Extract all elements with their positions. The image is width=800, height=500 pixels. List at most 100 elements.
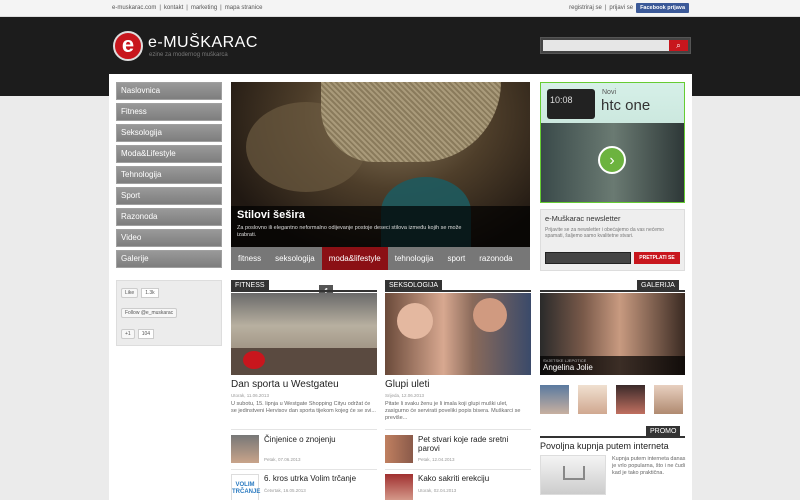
phone-image: 10:08 [547,89,595,119]
nav-item-moda[interactable]: Moda&Lifestyle [116,145,222,163]
section-label-fitness[interactable]: FITNESS [231,280,269,292]
thumbnail[interactable] [385,435,413,463]
list-item-title[interactable]: Kako sakriti erekciju [418,474,528,483]
nav-item-seksologija[interactable]: Seksologija [116,124,222,142]
arrow-right-icon[interactable]: › [598,146,626,174]
facebook-login-button[interactable]: Facebook prijava [636,3,689,13]
seksologija-article-title[interactable]: Glupi uleti [385,379,429,390]
tab-sport[interactable]: sport [440,247,472,270]
list-item-date: Petak, 07.06.2013 [264,457,301,462]
gallery-title[interactable]: Angelina Jolie [543,363,682,372]
sitemap-link[interactable]: mapa stranice [225,5,263,11]
gallery-caption: SVJETSKE LJEPOTICE Angelina Jolie [540,356,685,375]
fitness-article-title[interactable]: Dan sporta u Westgateu [231,379,339,390]
thumbnail[interactable] [231,435,259,463]
nav-item-galerije[interactable]: Galerije [116,250,222,268]
list-item[interactable]: Kako sakriti erekciju Utorak, 02.04.2013 [385,474,531,500]
tab-seksologija[interactable]: seksologija [268,247,322,270]
newsletter-email-input[interactable] [545,252,631,264]
gallery-thumbnail[interactable] [540,385,569,414]
fitness-article-image[interactable] [231,293,377,375]
list-item-title[interactable]: Činjenice o znojenju [264,435,374,444]
nav-item-naslovnica[interactable]: Naslovnica [116,82,222,100]
featured-slider[interactable]: Stilovi šešira Za poslovno ili elegantno… [231,82,530,270]
register-link[interactable]: registriraj se [569,5,602,11]
gplus-row: +1 104 [121,327,155,341]
newsletter-title: e-Muškarac newsletter [545,214,621,223]
logo-icon[interactable]: e [113,31,143,61]
section-label-promo[interactable]: PROMO [646,426,681,438]
divider [385,469,531,470]
list-item-date: Petak, 12.04.2013 [418,457,455,462]
section-label-galerija[interactable]: GALERIJA [637,280,679,292]
newsletter-text: Prijavite se za newsletter i obećajemo d… [545,227,664,239]
login-link[interactable]: prijavi se [609,5,633,11]
separator: | [186,5,188,11]
gplus-button[interactable]: +1 [121,329,135,339]
gallery-thumbnail[interactable] [578,385,607,414]
nav-item-video[interactable]: Video [116,229,222,247]
person-shape [397,303,433,339]
separator: | [159,5,161,11]
tab-razonoda[interactable]: razonoda [472,247,519,270]
thumbnail[interactable] [385,474,413,500]
slider-tabs: fitness seksologija moda&lifestyle tehno… [231,247,530,270]
separator: | [604,5,607,11]
site-name[interactable]: e-MUŠKARAC [148,34,258,52]
tab-tehnologija[interactable]: tehnologija [388,247,441,270]
search-input[interactable] [543,40,669,51]
gallery-thumbnails [540,385,683,414]
slide-title[interactable]: Stilovi šešira [237,209,524,221]
tab-fitness[interactable]: fitness [231,247,268,270]
ad-brand: htc one [601,97,651,114]
shopping-cart-image[interactable] [540,455,606,495]
fb-like-button[interactable]: Like [121,288,139,298]
ad-kicker: Novi [602,89,617,96]
nav-item-tehnologija[interactable]: Tehnologija [116,166,222,184]
search-icon[interactable]: ⌕ [669,40,688,51]
top-links: e-muskarac.com | kontakt | marketing | m… [112,5,262,11]
twitter-row: Follow @e_muskarac [121,306,178,320]
marketing-link[interactable]: marketing [191,5,217,11]
account-links: registriraj se | prijavi se Facebook pri… [569,3,689,13]
tab-moda[interactable]: moda&lifestyle [321,247,388,270]
list-item[interactable]: Pet stvari koje rade sretni parovi Petak… [385,435,531,465]
list-item-date: Utorak, 02.04.2013 [418,488,457,493]
promo-title[interactable]: Povoljna kupnja putem interneta [540,441,669,451]
nav-item-fitness[interactable]: Fitness [116,103,222,121]
main-nav: Naslovnica Fitness Seksologija Moda&Life… [116,82,222,271]
fb-like-count: 1.3k [141,288,159,298]
fitness-article-date: Utorak, 11.06.2013 [231,393,269,398]
nav-item-razonoda[interactable]: Razonoda [116,208,222,226]
volim-trcanje-logo[interactable]: VOLIM TRČANJE [231,474,260,500]
contact-link[interactable]: kontakt [164,5,183,11]
list-item-title[interactable]: 6. kros utrka Volim trčanje [264,474,374,483]
site-link[interactable]: e-muskarac.com [112,5,156,11]
social-box: Like 1.3k f Follow @e_muskarac t +1 104 … [116,280,333,346]
subscribe-button[interactable]: PRETPLATI SE [634,252,680,264]
slide-description: Za poslovno ili elegantno neformalno odi… [237,225,462,238]
shopping-cart-icon [563,466,585,480]
slide-caption: Stilovi šešira Za poslovno ili elegantno… [231,206,530,247]
divider [231,469,377,470]
list-item-title[interactable]: Pet stvari koje rade sretni parovi [418,435,528,453]
seksologija-article-image[interactable] [385,293,531,375]
nav-item-sport[interactable]: Sport [116,187,222,205]
site-tagline: ezine za modernog muškarca [149,52,228,58]
fb-like-row: Like 1.3k [121,286,159,300]
divider [231,429,377,430]
htc-ad-banner[interactable]: 10:08 Novi htc one › [540,82,685,203]
list-item[interactable]: Činjenice o znojenju Petak, 07.06.2013 [231,435,377,465]
seksologija-article-date: Srijeda, 12.06.2013 [385,393,425,398]
search-box: ⌕ [540,37,691,54]
list-item[interactable]: VOLIM TRČANJE 6. kros utrka Volim trčanj… [231,474,377,500]
section-label-seksologija[interactable]: SEKSOLOGIJA [385,280,443,292]
hat-shape [321,82,501,162]
twitter-follow-button[interactable]: Follow @e_muskarac [121,308,178,318]
gallery-thumbnail[interactable] [654,385,683,414]
newsletter-box: e-Muškarac newsletter Prijavite se za ne… [540,209,685,271]
divider [385,429,531,430]
gplus-count: 104 [137,329,155,339]
gallery-thumbnail[interactable] [616,385,645,414]
fitness-article-text: U subotu, 15. lipnja u Westgate Shopping… [231,401,376,414]
